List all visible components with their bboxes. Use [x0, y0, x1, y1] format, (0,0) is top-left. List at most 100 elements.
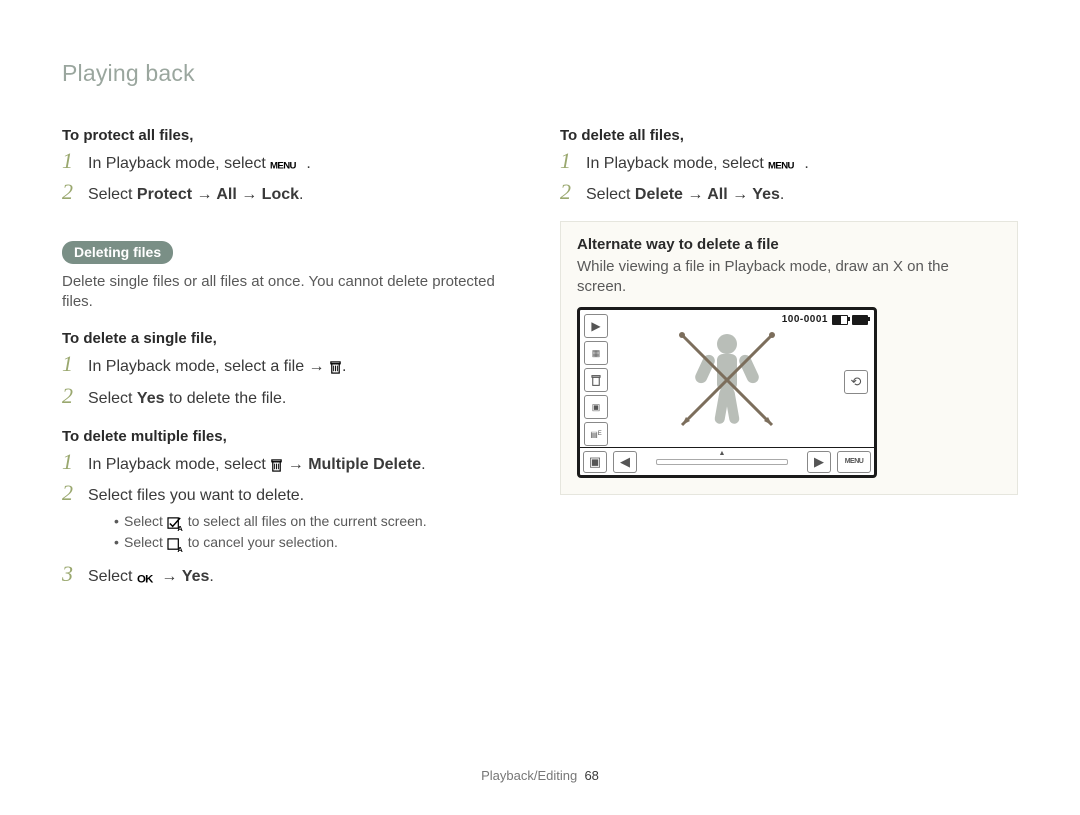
rotate-icon: ⟲ — [844, 370, 868, 394]
prev-icon: ◀ — [613, 451, 637, 473]
menu-path: Protect → All → Lock — [137, 186, 299, 203]
step-number: 2 — [62, 385, 78, 407]
callout-alternate-delete: Alternate way to delete a file While vie… — [560, 221, 1018, 496]
column-left: To protect all files, 1 In Playback mode… — [62, 109, 520, 604]
section-title: Playing back — [62, 60, 1018, 87]
progress-bar — [656, 459, 788, 465]
step: 2 Select Protect → All → Lock. — [62, 181, 520, 206]
callout-heading: Alternate way to delete a file — [577, 236, 1001, 253]
pill-deleting-files: Deleting files — [62, 241, 173, 264]
step-text: Select Delete → All → Yes. — [586, 184, 1018, 206]
text: In Playback mode, select a file → — [88, 358, 329, 375]
heading-delete-single: To delete a single file, — [62, 330, 520, 347]
steps-delete-multiple: 1 In Playback mode, select → Multiple De… — [62, 451, 520, 590]
heading-delete-multiple: To delete multiple files, — [62, 428, 520, 445]
step-text: In Playback mode, select MENU . — [88, 153, 520, 177]
memory-icon — [832, 315, 848, 325]
text: In Playback mode, select — [88, 456, 270, 473]
svg-text:MENU: MENU — [270, 161, 297, 172]
slideshow-icon: ▣ — [584, 395, 608, 419]
step-number: 1 — [560, 150, 576, 172]
battery-icon — [852, 315, 868, 325]
step-text: Select OK → Yes. — [88, 566, 520, 590]
steps-protect-all: 1 In Playback mode, select MENU . 2 Sele… — [62, 150, 520, 207]
page: Playing back To protect all files, 1 In … — [0, 0, 1080, 815]
text: to select all files on the current scree… — [188, 513, 427, 529]
steps-delete-single: 1 In Playback mode, select a file → . 2 … — [62, 353, 520, 410]
step-number: 1 — [62, 150, 78, 172]
text: to delete the file. — [165, 390, 287, 407]
trash-icon — [584, 368, 608, 392]
step-text: In Playback mode, select MENU . — [586, 153, 1018, 177]
info-icon: ▦ — [584, 341, 608, 365]
period: . — [780, 186, 784, 203]
period: . — [421, 456, 425, 473]
text: In Playback mode, select — [88, 155, 270, 172]
screen-bottom-bar: ▣ ◀ ▶ MENU — [580, 447, 874, 475]
step-text: In Playback mode, select a file → . — [88, 356, 520, 380]
image-with-x-gesture — [667, 320, 787, 440]
playback-mode-icon: ▶ — [584, 314, 608, 338]
progress-area — [640, 459, 804, 465]
screen-left-icons: ▶ ▦ ▣ ▤E — [584, 314, 608, 446]
two-column-layout: To protect all files, 1 In Playback mode… — [62, 109, 1018, 604]
step-number: 1 — [62, 353, 78, 375]
steps-delete-all: 1 In Playback mode, select MENU . 2 Sele… — [560, 150, 1018, 207]
menu-icon: MENU — [270, 155, 306, 177]
menu-path: Delete → All → Yes — [635, 186, 780, 203]
step-number: 2 — [62, 181, 78, 203]
page-footer: Playback/Editing 68 — [0, 768, 1080, 783]
camera-screen-illustration: ▶ ▦ ▣ ▤E 100-0001 — [577, 307, 877, 478]
text: Select files you want to delete. — [88, 487, 304, 504]
screen-top-right: 100-0001 — [782, 314, 868, 325]
bold: Yes — [182, 568, 210, 585]
period: . — [209, 568, 213, 585]
next-icon: ▶ — [807, 451, 831, 473]
step-text: Select Protect → All → Lock. — [88, 184, 520, 206]
svg-text:A: A — [177, 524, 183, 531]
text: In Playback mode, select — [586, 155, 768, 172]
screen-main-area: ▶ ▦ ▣ ▤E 100-0001 — [580, 310, 874, 450]
period: . — [342, 358, 346, 375]
step: 2 Select files you want to delete. Selec… — [62, 482, 520, 559]
period: . — [299, 186, 303, 203]
step: 3 Select OK → Yes. — [62, 563, 520, 590]
bullet: Select A to cancel your selection. — [114, 533, 520, 555]
sub-bullets: Select A to select all files on the curr… — [114, 512, 520, 555]
callout-text: While viewing a file in Playback mode, d… — [577, 257, 1001, 298]
ok-icon: OK — [137, 568, 157, 590]
bullet: Select A to select all files on the curr… — [114, 512, 520, 534]
bold: Yes — [137, 390, 165, 407]
step-number: 3 — [62, 563, 78, 585]
column-right: To delete all files, 1 In Playback mode,… — [560, 109, 1018, 604]
text: Select — [586, 186, 635, 203]
heading-delete-all: To delete all files, — [560, 127, 1018, 144]
step: 1 In Playback mode, select MENU . — [62, 150, 520, 177]
text: Select — [124, 513, 167, 529]
svg-text:OK: OK — [137, 573, 154, 585]
text: to cancel your selection. — [188, 534, 338, 550]
edit-icon: ▤E — [584, 422, 608, 446]
text: Select — [88, 186, 137, 203]
step: 2 Select Yes to delete the file. — [62, 385, 520, 410]
step: 1 In Playback mode, select → Multiple De… — [62, 451, 520, 478]
text: Select — [124, 534, 167, 550]
step-number: 1 — [62, 451, 78, 473]
heading-protect-all: To protect all files, — [62, 127, 520, 144]
period: . — [804, 155, 808, 172]
menu-icon: MENU — [768, 155, 804, 177]
step-number: 2 — [62, 482, 78, 504]
step-number: 2 — [560, 181, 576, 203]
bold: Multiple Delete — [308, 456, 421, 473]
trash-icon — [329, 358, 342, 380]
file-number: 100-0001 — [782, 314, 828, 325]
step-text: Select files you want to delete. Select … — [88, 485, 520, 559]
deselect-icon: A — [167, 535, 184, 555]
text: Select — [88, 568, 137, 585]
menu-icon: MENU — [837, 451, 871, 473]
step: 1 In Playback mode, select a file → . — [62, 353, 520, 380]
svg-text:A: A — [177, 545, 183, 552]
step-text: In Playback mode, select → Multiple Dele… — [88, 454, 520, 478]
text: Select — [88, 390, 137, 407]
step-text: Select Yes to delete the file. — [88, 388, 520, 410]
